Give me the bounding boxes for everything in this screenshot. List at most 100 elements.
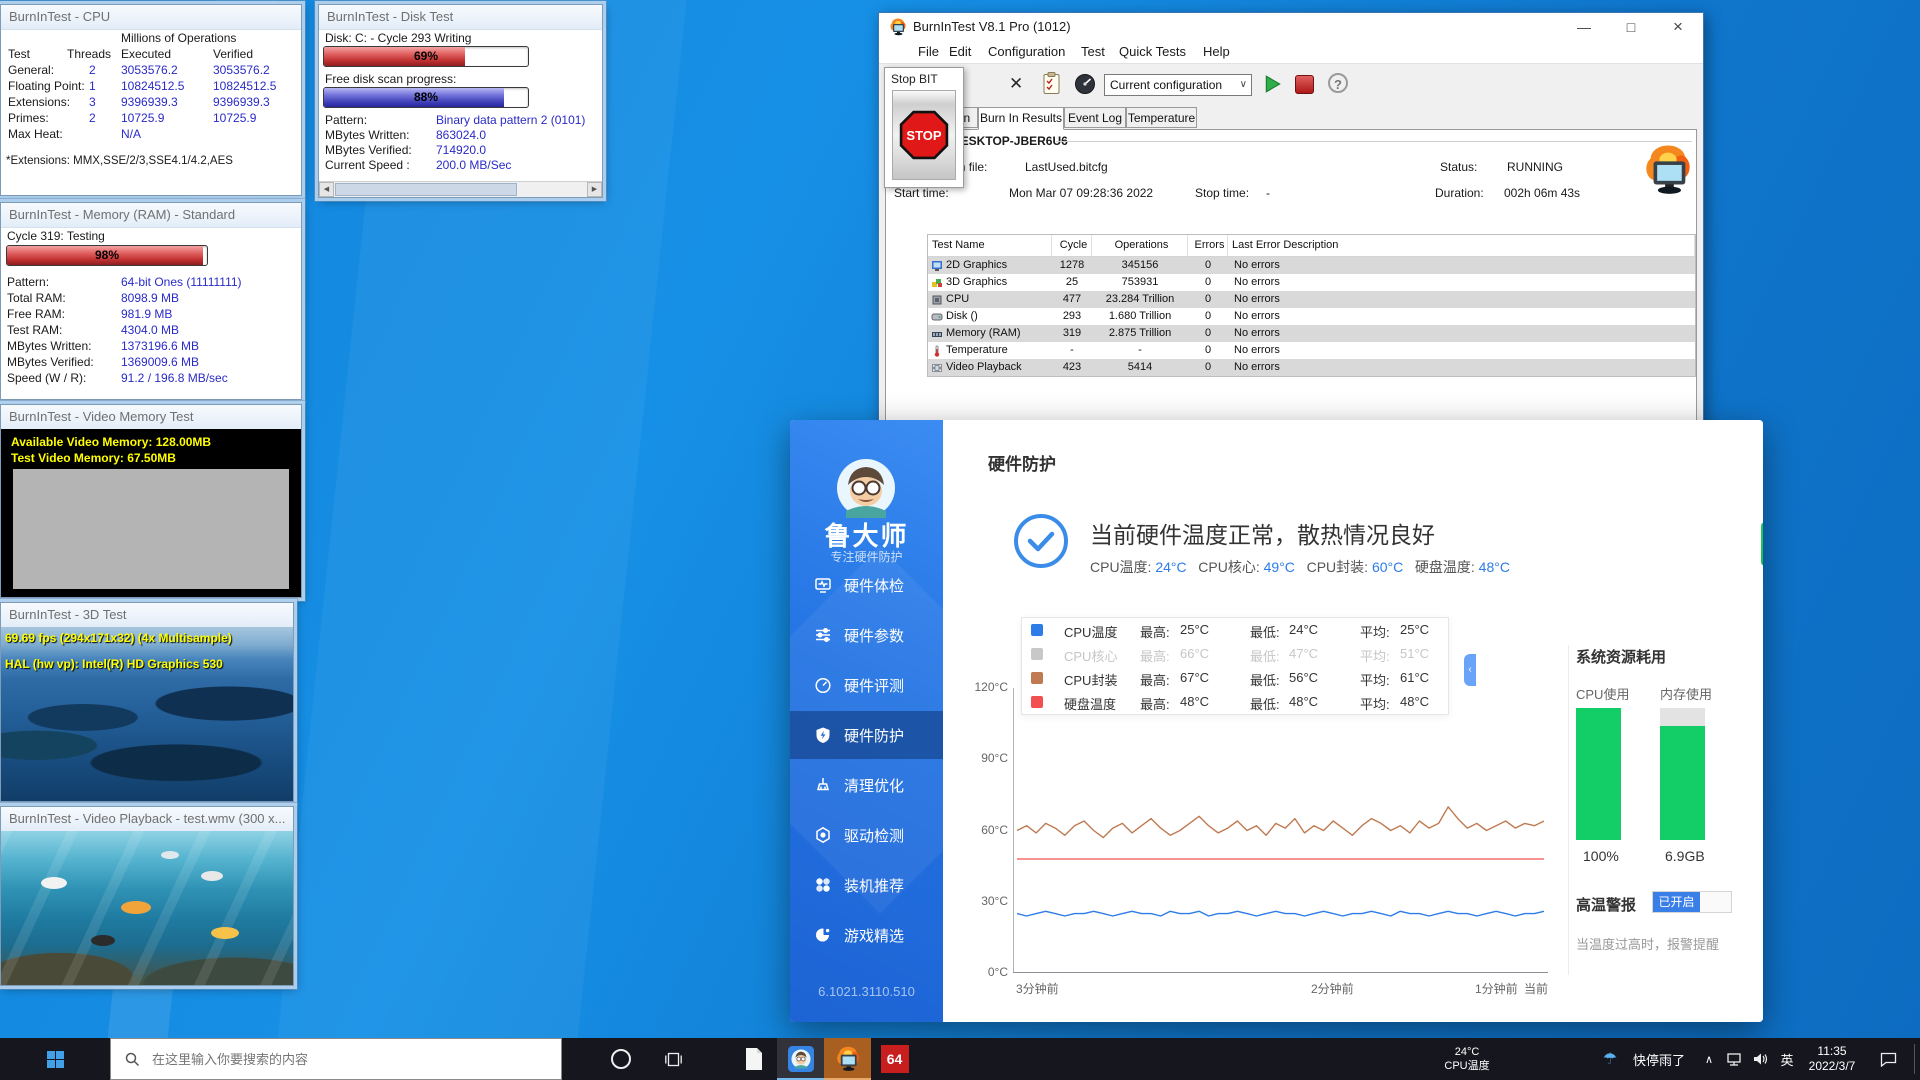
window-burnintest-main[interactable]: BurnInTest V8.1 Pro (1012) — □ × File Ed… <box>878 12 1704 432</box>
horizontal-scrollbar[interactable]: ◀ ▶ <box>319 181 602 197</box>
menu-test[interactable]: Test <box>1081 44 1105 59</box>
sidebar-item-pc-builder[interactable]: 装机推荐 <box>790 861 943 909</box>
alarm-toggle[interactable]: 已开启 <box>1652 891 1732 913</box>
window-ludashi[interactable]: 鲁大师 专注硬件防护 硬件体检 硬件参数 硬件评测 硬件防护 清理优化 驱动检测 <box>790 420 1763 1022</box>
sidebar-item-clean-optimize[interactable]: 清理优化 <box>790 761 943 809</box>
stress-test-button[interactable]: 散热压力测试 <box>1761 522 1763 566</box>
window-burnintest-disk[interactable]: BurnInTest - Disk Test Disk: C: - Cycle … <box>318 4 603 198</box>
stop-tests-button[interactable] <box>1295 75 1314 94</box>
scrollbar-thumb[interactable] <box>335 183 517 196</box>
fish <box>161 851 179 859</box>
start-button[interactable] <box>30 1038 80 1080</box>
header-last-error[interactable]: Last Error Description <box>1228 235 1695 256</box>
cortana-button[interactable] <box>598 1038 644 1080</box>
taskbar-search[interactable] <box>110 1038 562 1080</box>
window-burnintest-memory[interactable]: BurnInTest - Memory (RAM) - Standard Cyc… <box>0 202 302 400</box>
taskbar-app-ludashi[interactable] <box>777 1038 824 1080</box>
duration-value: 002h 06m 43s <box>1504 186 1581 200</box>
3d-fps-label: 69.69 fps (294x171x32) (4x Multisample) <box>5 631 232 645</box>
maximize-button[interactable]: □ <box>1608 13 1654 41</box>
menu-file[interactable]: File <box>918 44 939 59</box>
menu-quick-tests[interactable]: Quick Tests <box>1119 44 1186 59</box>
legend-row-disk-temp[interactable]: 硬盘温度 最高: 48°C 最低: 48°C 平均: 48°C <box>1022 690 1448 714</box>
table-row[interactable]: Temperature - -0 No errors <box>928 342 1695 359</box>
taskbar-app-document[interactable] <box>730 1038 777 1080</box>
legend-swatch <box>1031 696 1043 708</box>
header-errors[interactable]: Errors <box>1188 235 1228 256</box>
mem-usage-value: 6.9GB <box>1665 848 1705 864</box>
machine-name: DESKTOP-JBER6U6 <box>952 134 1068 148</box>
start-time-label: Start time: <box>894 186 949 200</box>
cpu-usage-bar <box>1576 708 1621 840</box>
cpu-row-label: General: <box>8 63 55 77</box>
table-row[interactable]: Video Playback 423 5414 0 No errors <box>928 359 1695 376</box>
legend-row-cpu-package[interactable]: CPU封装 最高: 67°C 最低: 56°C 平均: 61°C <box>1022 666 1448 690</box>
header-operations[interactable]: Operations <box>1092 235 1188 256</box>
cpu-row-threads: 3 <box>89 95 96 109</box>
tray-volume-icon[interactable] <box>1748 1038 1774 1080</box>
window-burnintest-videomemory[interactable]: BurnInTest - Video Memory Test Available… <box>0 404 302 598</box>
minimize-button[interactable]: — <box>1561 13 1607 41</box>
weather-umbrella-icon[interactable]: ☂ <box>1598 1038 1622 1080</box>
fish <box>41 877 67 889</box>
sidebar-item-driver-check[interactable]: 驱动检测 <box>790 811 943 859</box>
menu-edit[interactable]: Edit <box>949 44 971 59</box>
field-label: MBytes Verified: <box>325 143 412 157</box>
gauge-icon[interactable] <box>1074 73 1096 95</box>
tray-chevron-up-icon[interactable]: ∧ <box>1698 1038 1720 1080</box>
table-row[interactable]: CPU 477 23.284 Trillion 0 No errors <box>928 291 1695 308</box>
configuration-combobox[interactable]: Current configuration ∨ <box>1104 74 1252 96</box>
col-executed: Executed <box>121 47 172 61</box>
header-cycle[interactable]: Cycle <box>1052 235 1092 256</box>
titlebar[interactable]: BurnInTest V8.1 Pro (1012) — □ × <box>879 13 1703 41</box>
app-version: 6.1021.3110.510 <box>818 984 915 999</box>
help-icon[interactable]: ? <box>1328 73 1348 93</box>
start-tests-button[interactable] <box>1263 73 1283 95</box>
fish <box>201 871 223 881</box>
show-desktop-divider[interactable] <box>1914 1044 1915 1074</box>
table-row[interactable]: 2D Graphics 1278 345156 0 No errors <box>928 257 1695 274</box>
search-input[interactable] <box>150 1050 534 1068</box>
cpu-row-ver: 3053576.2 <box>213 63 270 77</box>
table-row[interactable]: Memory (RAM) 319 2.875 Trillion 0 No errors <box>928 325 1695 342</box>
legend-row-cpu-core[interactable]: CPU核心 最高: 66°C 最低: 47°C 平均: 51°C <box>1022 642 1448 666</box>
tab-temperature[interactable]: Temperature <box>1126 107 1197 128</box>
taskbar-app-burnintest[interactable] <box>824 1038 871 1080</box>
sidebar-item-label: 硬件防护 <box>844 727 905 745</box>
table-row[interactable]: 3D Graphics 25 753931 0 No errors <box>928 274 1695 291</box>
window-burnintest-cpu[interactable]: BurnInTest - CPU Millions of Operations … <box>0 4 302 196</box>
ludashi-sidebar: 鲁大师 专注硬件防护 硬件体检 硬件参数 硬件评测 硬件防护 清理优化 驱动检测 <box>790 420 1064 1022</box>
menu-configuration[interactable]: Configuration <box>988 44 1065 59</box>
window-burnintest-playback[interactable]: BurnInTest - Video Playback - test.wmv (… <box>0 806 294 986</box>
task-view-button[interactable] <box>650 1038 696 1080</box>
legend-collapse-chevron[interactable]: ‹ <box>1464 654 1476 686</box>
sidebar-item-hardware-protection[interactable]: 硬件防护 <box>790 711 943 759</box>
tray-clock[interactable]: 11:35 2022/3/7 <box>1800 1038 1864 1080</box>
sidebar-item-label: 清理优化 <box>844 777 905 795</box>
table-row[interactable]: Disk () 293 1.680 Trillion 0 No errors <box>928 308 1695 325</box>
scroll-right-arrow[interactable]: ▶ <box>587 182 602 197</box>
tray-weather-text[interactable]: 快停雨了 <box>1624 1038 1694 1080</box>
window-burnintest-3d[interactable]: BurnInTest - 3D Test 69.69 fps (294x171x… <box>0 602 294 802</box>
legend-row-cpu-temp[interactable]: CPU温度 最高: 25°C 最低: 24°C 平均: 25°C <box>1022 618 1448 642</box>
grid-dots-icon <box>816 878 830 892</box>
tab-burn-in-results[interactable]: Burn In Results <box>978 107 1064 130</box>
header-test-name[interactable]: Test Name <box>928 235 1052 256</box>
sidebar-item-hardware-params[interactable]: 硬件参数 <box>790 611 943 659</box>
sidebar-item-game-picks[interactable]: 游戏精选 <box>790 911 943 959</box>
tray-input-language[interactable]: 英 <box>1776 1038 1798 1080</box>
video-playback-icon <box>932 363 942 372</box>
tab-event-log[interactable]: Event Log <box>1064 107 1126 128</box>
tray-cpu-temp[interactable]: 24°C CPU温度 <box>1432 1038 1502 1080</box>
tray-network-icon[interactable] <box>1722 1038 1746 1080</box>
close-button[interactable]: × <box>1655 13 1701 41</box>
delete-icon[interactable]: ✕ <box>1009 74 1023 94</box>
clipboard-icon[interactable] <box>1043 72 1060 95</box>
scroll-left-arrow[interactable]: ◀ <box>319 182 334 197</box>
sidebar-item-hardware-check[interactable]: 硬件体检 <box>790 561 943 609</box>
sidebar-item-hardware-benchmark[interactable]: 硬件评测 <box>790 661 943 709</box>
action-center-button[interactable] <box>1872 1038 1904 1080</box>
page-title: 硬件防护 <box>988 455 1056 474</box>
menu-help[interactable]: Help <box>1203 44 1230 59</box>
taskbar-app-hwinfo64[interactable]: 64 <box>871 1038 918 1080</box>
